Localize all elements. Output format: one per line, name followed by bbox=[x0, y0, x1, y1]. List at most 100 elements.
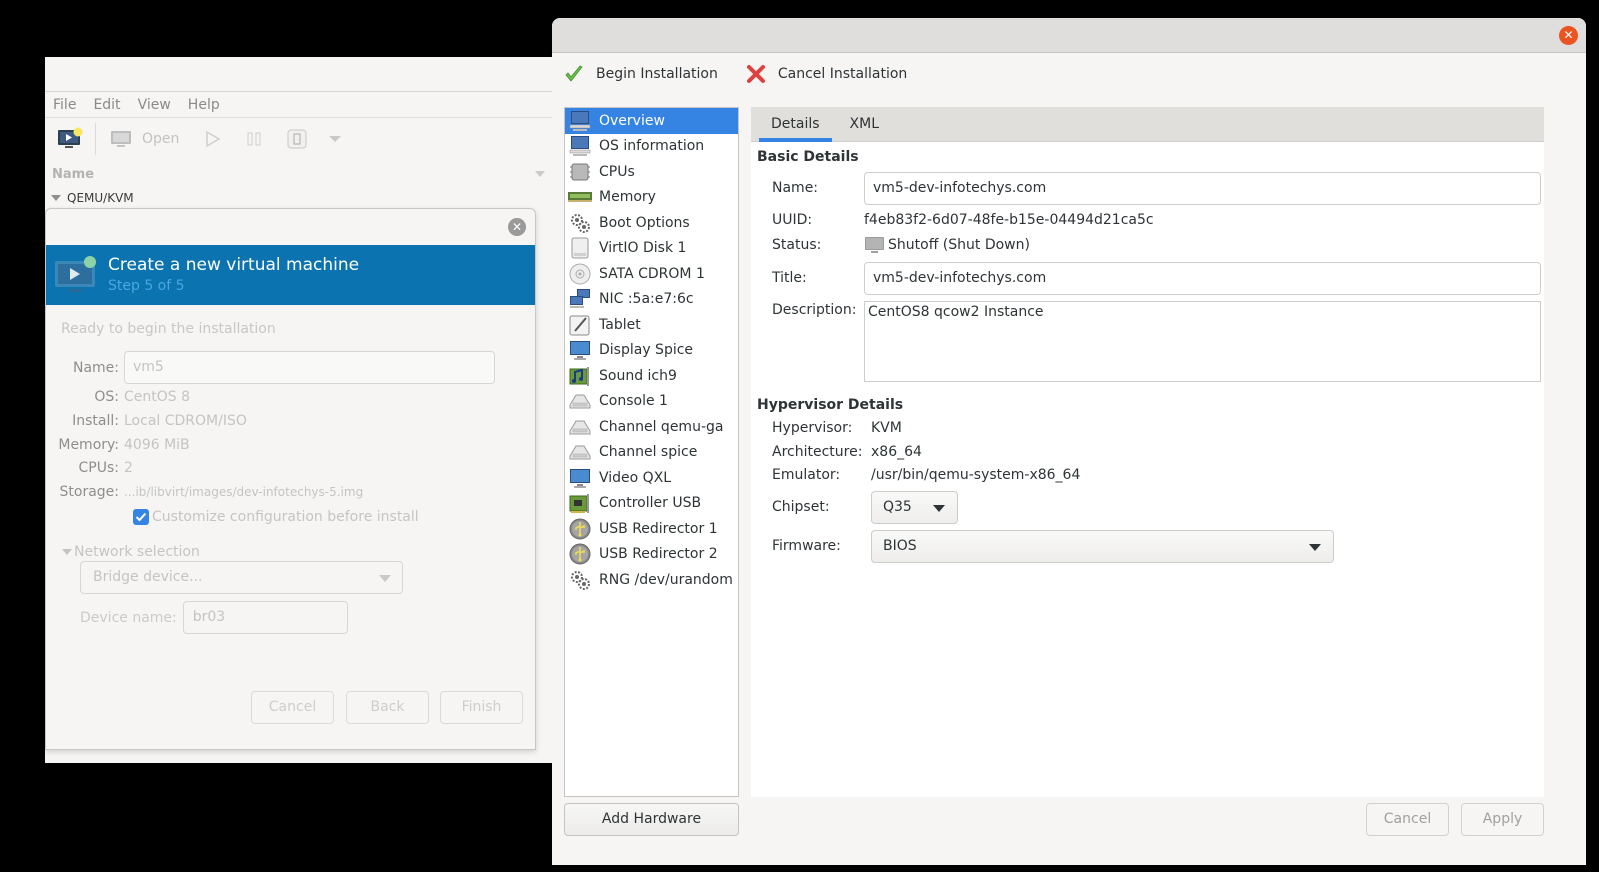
hardware-item-sata-cdrom-1[interactable]: SATA CDROM 1 bbox=[565, 261, 738, 287]
menu-view[interactable]: View bbox=[138, 97, 171, 113]
window-close-button[interactable]: ✕ bbox=[1559, 26, 1578, 45]
cancel-installation-button[interactable]: Cancel Installation bbox=[746, 64, 907, 84]
hardware-list[interactable]: Overview OS information CPUs Memory Boot Opt… bbox=[564, 107, 739, 797]
details-tabs: Details XML bbox=[751, 107, 1544, 142]
storage-label: Storage: bbox=[59, 484, 120, 500]
name-column-header[interactable]: Name bbox=[45, 160, 555, 188]
sound-card-icon bbox=[568, 365, 592, 387]
hardware-item-label: RNG /dev/urandom bbox=[599, 571, 733, 588]
menu-help[interactable]: Help bbox=[188, 97, 220, 113]
firmware-label: Firmware: bbox=[772, 538, 841, 554]
name-label: Name: bbox=[772, 180, 819, 196]
apply-button[interactable]: Apply bbox=[1461, 803, 1544, 836]
menu-edit[interactable]: Edit bbox=[93, 97, 120, 113]
shutdown-menu-chevron-icon[interactable] bbox=[329, 136, 342, 142]
wizard-finish-button[interactable]: Finish bbox=[440, 691, 523, 724]
vm-title-field[interactable]: vm5-dev-infotechys.com bbox=[864, 262, 1541, 295]
open-button[interactable]: Open bbox=[142, 131, 179, 147]
os-label: OS: bbox=[94, 389, 119, 405]
hardware-item-label: Console 1 bbox=[599, 393, 668, 410]
wizard-close-button[interactable]: ✕ bbox=[508, 218, 526, 236]
wizard-step: Step 5 of 5 bbox=[108, 278, 185, 294]
install-label: Install: bbox=[72, 413, 119, 429]
firmware-select[interactable]: BIOS bbox=[871, 530, 1334, 563]
expander-icon[interactable] bbox=[51, 195, 61, 201]
pause-icon[interactable] bbox=[247, 131, 261, 147]
status-value-group: Shutoff (Shut Down) bbox=[864, 236, 1030, 254]
description-textarea[interactable]: CentOS8 qcow2 Instance bbox=[864, 301, 1541, 382]
wizard-cancel-button[interactable]: Cancel bbox=[251, 691, 334, 724]
usb-icon bbox=[568, 543, 592, 565]
run-icon[interactable] bbox=[205, 130, 221, 148]
hardware-item-console-1[interactable]: Console 1 bbox=[565, 389, 738, 415]
hardware-item-usb-redirector-1[interactable]: USB Redirector 1 bbox=[565, 516, 738, 542]
hardware-item-os-information[interactable]: OS information bbox=[565, 134, 738, 160]
chipset-select[interactable]: Q35 bbox=[871, 491, 958, 524]
manager-toolbar: Open bbox=[45, 118, 555, 160]
hardware-item-label: USB Redirector 2 bbox=[599, 546, 718, 563]
hardware-item-overview[interactable]: Overview bbox=[565, 108, 738, 134]
name-label: Name: bbox=[72, 359, 119, 376]
hardware-item-label: OS information bbox=[599, 138, 705, 155]
hardware-item-label: Controller USB bbox=[599, 495, 702, 512]
hardware-item-tablet[interactable]: Tablet bbox=[565, 312, 738, 338]
manager-titlebar bbox=[45, 57, 555, 92]
hardware-item-label: VirtIO Disk 1 bbox=[599, 240, 687, 257]
wizard-title: Create a new virtual machine bbox=[108, 255, 360, 275]
hardware-item-channel-spice[interactable]: Channel spice bbox=[565, 440, 738, 466]
open-console-icon[interactable] bbox=[110, 129, 132, 149]
cdrom-disc-icon bbox=[568, 263, 592, 285]
device-name-input[interactable]: br03 bbox=[182, 601, 348, 634]
customize-checkbox-row[interactable]: Customize configuration before install bbox=[133, 509, 419, 525]
shutdown-icon[interactable] bbox=[287, 129, 307, 149]
vm-name-field[interactable]: vm5-dev-infotechys.com bbox=[864, 172, 1541, 205]
begin-installation-button[interactable]: Begin Installation bbox=[564, 64, 718, 84]
serial-port-icon bbox=[568, 390, 592, 412]
tablet-pen-icon bbox=[568, 314, 592, 336]
firmware-row: Firmware: bbox=[772, 538, 841, 554]
basic-details-heading: Basic Details bbox=[757, 149, 859, 165]
hardware-item-usb-redirector-2[interactable]: USB Redirector 2 bbox=[565, 542, 738, 568]
new-vm-wizard-dialog: ✕ Create a new virtual machine Step 5 of… bbox=[45, 208, 536, 750]
hardware-item-memory[interactable]: Memory bbox=[565, 185, 738, 211]
uuid-row: UUID: bbox=[772, 212, 812, 228]
hardware-item-label: Video QXL bbox=[599, 469, 672, 486]
gears-icon bbox=[568, 569, 592, 591]
emulator-value: /usr/bin/qemu-system-x86_64 bbox=[871, 467, 1081, 483]
expander-icon bbox=[62, 549, 72, 555]
vm-name-input[interactable]: vm5 bbox=[124, 351, 495, 384]
hardware-item-boot-options[interactable]: Boot Options bbox=[565, 210, 738, 236]
wizard-cpus-row: CPUs: 2 bbox=[46, 460, 133, 476]
hardware-item-virtio-disk-1[interactable]: VirtIO Disk 1 bbox=[565, 236, 738, 262]
wizard-back-button[interactable]: Back bbox=[346, 691, 429, 724]
customize-checkbox[interactable] bbox=[133, 509, 149, 525]
hardware-item-label: Display Spice bbox=[599, 342, 694, 359]
tab-xml[interactable]: XML bbox=[838, 107, 891, 141]
details-cancel-button[interactable]: Cancel bbox=[1366, 803, 1449, 836]
hardware-item-nic-5a-e7-6c[interactable]: NIC :5a:e7:6c bbox=[565, 287, 738, 313]
connection-row[interactable]: QEMU/KVM bbox=[45, 188, 555, 208]
tab-details[interactable]: Details bbox=[759, 107, 832, 142]
usb-icon bbox=[568, 518, 592, 540]
customize-label: Customize configuration before install bbox=[152, 509, 419, 525]
toolbar-separator bbox=[95, 123, 96, 155]
add-hardware-button[interactable]: Add Hardware bbox=[564, 803, 739, 836]
menu-file[interactable]: File bbox=[53, 97, 76, 113]
hardware-item-video-qxl[interactable]: Video QXL bbox=[565, 465, 738, 491]
device-name-label: Device name: bbox=[80, 609, 177, 626]
hardware-item-rng-dev-urandom[interactable]: RNG /dev/urandom bbox=[565, 567, 738, 593]
hardware-item-cpus[interactable]: CPUs bbox=[565, 159, 738, 185]
new-vm-icon[interactable] bbox=[57, 127, 83, 151]
hardware-item-controller-usb[interactable]: Controller USB bbox=[565, 491, 738, 517]
network-selection-expander[interactable]: Network selection bbox=[62, 544, 200, 560]
hardware-item-label: Channel spice bbox=[599, 444, 698, 461]
begin-installation-label: Begin Installation bbox=[596, 66, 718, 82]
network-source-select[interactable]: Bridge device... bbox=[80, 561, 403, 594]
hardware-item-channel-qemu-ga[interactable]: Channel qemu-ga bbox=[565, 414, 738, 440]
device-name-row: Device name: br03 bbox=[80, 601, 348, 634]
vm-details-window: ✕ Begin Installation Cancel Installation… bbox=[552, 18, 1586, 865]
hardware-item-sound-ich9[interactable]: Sound ich9 bbox=[565, 363, 738, 389]
uuid-label: UUID: bbox=[772, 212, 813, 228]
hardware-item-display-spice[interactable]: Display Spice bbox=[565, 338, 738, 364]
hypervisor-details-heading: Hypervisor Details bbox=[757, 397, 904, 413]
